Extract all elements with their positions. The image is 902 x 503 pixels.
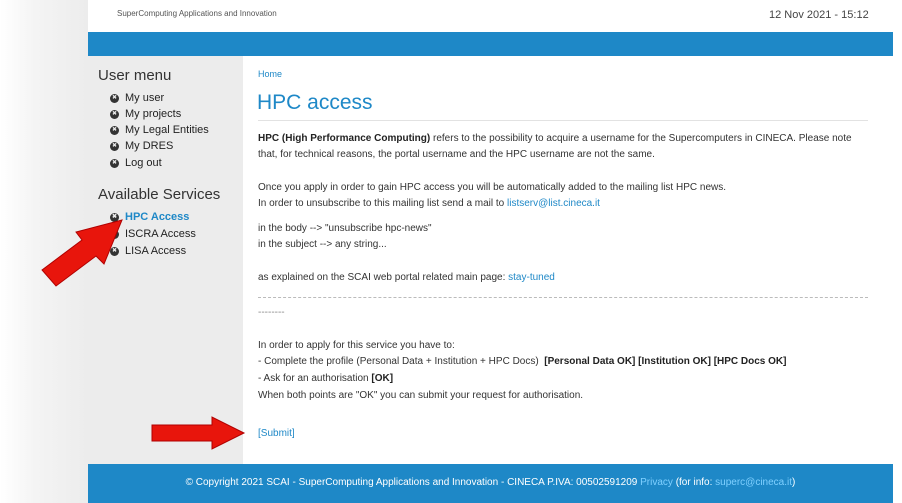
available-services-title: Available Services bbox=[98, 186, 221, 203]
privacy-link[interactable]: Privacy bbox=[640, 477, 673, 488]
listserv-email-link[interactable]: listserv@list.cineca.it bbox=[507, 198, 600, 209]
bullet-icon: ✖ bbox=[110, 141, 119, 151]
datetime: 12 Nov 2021 - 15:12 bbox=[769, 9, 869, 21]
title-divider bbox=[258, 120, 868, 121]
breadcrumb-home[interactable]: Home bbox=[258, 69, 282, 79]
apply-final: When both points are "OK" you can submit… bbox=[258, 390, 584, 401]
mailing-line-1: Once you apply in order to gain HPC acce… bbox=[258, 182, 727, 193]
apply-step-2-text: - Ask for an authorisation bbox=[258, 373, 369, 384]
explained-text: as explained on the SCAI web portal rela… bbox=[258, 272, 509, 283]
mailing-line-2: In order to unsubscribe to this mailing … bbox=[258, 196, 870, 212]
bullet-icon: ✖ bbox=[110, 125, 119, 135]
user-menu-title: User menu bbox=[98, 67, 172, 84]
sidebar-item-label: HPC Access bbox=[125, 211, 190, 223]
info-email-link[interactable]: superc@cineca.it bbox=[715, 477, 792, 488]
intro-bold: HPC (High Performance Computing) bbox=[258, 133, 431, 144]
page-title: HPC access bbox=[257, 91, 373, 114]
sidebar-item-label: My user bbox=[125, 92, 165, 104]
bullet-icon: ✖ bbox=[110, 109, 119, 119]
body-instruction: in the body --> "unsubscribe hpc-news" bbox=[258, 223, 432, 234]
site-name: SuperComputing Applications and Innovati… bbox=[117, 9, 277, 18]
annotation-arrow-icon bbox=[151, 416, 246, 450]
apply-step-1-text: - Complete the profile (Personal Data + … bbox=[258, 356, 539, 367]
stay-tuned-link[interactable]: stay-tuned bbox=[508, 272, 555, 283]
explained-line: as explained on the SCAI web portal rela… bbox=[258, 270, 870, 286]
subject-instruction: in the subject --> any string... bbox=[258, 239, 387, 250]
footer-text: © Copyright 2021 SCAI - SuperComputing A… bbox=[88, 477, 893, 488]
footer-info-prefix: (for info: bbox=[675, 477, 713, 488]
sidebar-item-my-projects[interactable]: ✖ My projects bbox=[110, 108, 181, 120]
apply-step-1: - Complete the profile (Personal Data + … bbox=[258, 354, 870, 370]
dashed-divider bbox=[258, 297, 868, 298]
dashes-text: -------- bbox=[258, 307, 285, 318]
submit-link[interactable]: [Submit] bbox=[258, 428, 295, 439]
bullet-icon: ✖ bbox=[110, 158, 119, 168]
mailing-line-2-text: In order to unsubscribe to this mailing … bbox=[258, 198, 508, 209]
sidebar-item-label: Log out bbox=[125, 157, 162, 169]
right-gutter bbox=[893, 0, 902, 503]
intro-paragraph: HPC (High Performance Computing) refers … bbox=[258, 131, 870, 163]
annotation-arrow-icon bbox=[41, 219, 123, 287]
sidebar-item-label: My Legal Entities bbox=[125, 124, 209, 136]
sidebar-item-log-out[interactable]: ✖ Log out bbox=[110, 157, 162, 169]
sidebar-item-label: LISA Access bbox=[125, 245, 187, 257]
sidebar-item-my-dres[interactable]: ✖ My DRES bbox=[110, 140, 173, 152]
sidebar-item-my-legal-entities[interactable]: ✖ My Legal Entities bbox=[110, 124, 209, 136]
footer-copyright: © Copyright 2021 SCAI - SuperComputing A… bbox=[185, 477, 638, 488]
sidebar-item-label: My projects bbox=[125, 108, 182, 120]
apply-step-1-status: [Personal Data OK] [Institution OK] [HPC… bbox=[544, 356, 787, 367]
footer-info-suffix: ) bbox=[792, 477, 796, 488]
nav-bar bbox=[88, 32, 893, 56]
sidebar-item-label: ISCRA Access bbox=[125, 228, 196, 240]
apply-step-2: - Ask for an authorisation [OK] bbox=[258, 371, 870, 387]
sidebar-item-label: My DRES bbox=[125, 140, 174, 152]
bullet-icon: ✖ bbox=[110, 93, 119, 103]
apply-intro: In order to apply for this service you h… bbox=[258, 340, 455, 351]
apply-step-2-status: [OK] bbox=[371, 373, 394, 384]
sidebar-item-my-user[interactable]: ✖ My user bbox=[110, 92, 164, 104]
